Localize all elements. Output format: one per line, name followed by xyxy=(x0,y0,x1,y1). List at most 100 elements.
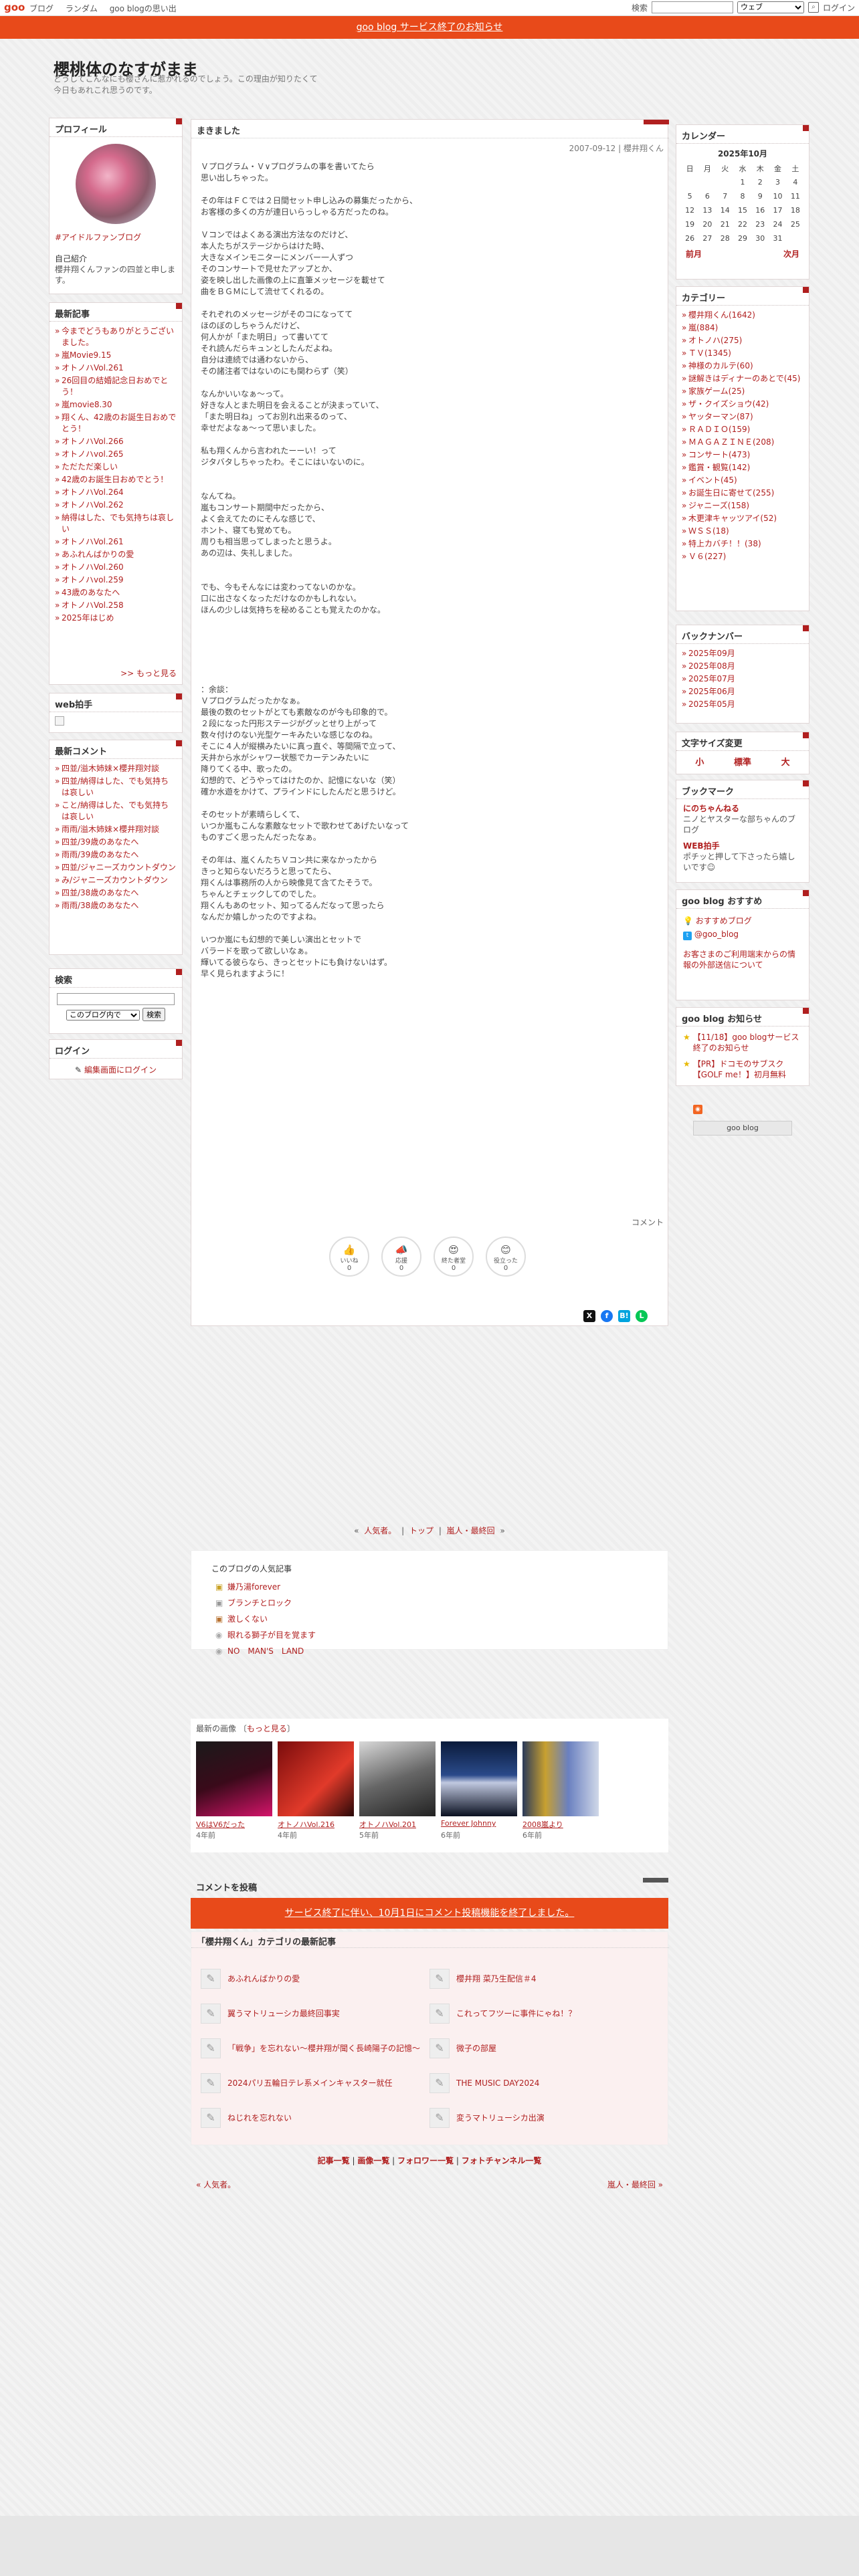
category-link[interactable]: 鑑賞・観覧(142) xyxy=(682,461,803,474)
recent-post-link[interactable]: 嵐movie8.30 xyxy=(55,399,177,411)
backnumber-link[interactable]: 2025年06月 xyxy=(682,685,803,698)
category-post[interactable]: ✎ 翼うマトリューシカ最終回事実 xyxy=(201,2000,421,2027)
footer-prev-link[interactable]: « 人気者。 xyxy=(196,2180,235,2189)
popular-item[interactable]: ▣ ブランチとロック xyxy=(215,1595,316,1611)
recent-post-link[interactable]: オトノハVol.261 xyxy=(55,362,177,374)
category-post[interactable]: ✎ これってフツーに事件にゃね！？ xyxy=(430,2000,650,2027)
thumb-caption[interactable]: Forever Johnny xyxy=(441,1819,521,1828)
recent-post-link[interactable]: 翔くん、42歳のお誕生日おめでとう！ xyxy=(55,411,177,435)
recent-post-link[interactable]: 43歳のあなたへ xyxy=(55,586,177,599)
comment-link[interactable]: コメント xyxy=(632,1216,664,1228)
comment-link[interactable]: 四並/納得はした、でも気持ちは哀しい xyxy=(55,775,177,799)
followers-link[interactable]: フォロワー一覧 xyxy=(397,2156,454,2165)
external-data-notice-link[interactable]: お客さまのご利用端末からの情報の外部送信について xyxy=(683,949,802,970)
category-link[interactable]: 特上カバチ！！(38) xyxy=(682,538,803,550)
category-post[interactable]: ✎ ねじれを忘れない xyxy=(201,2105,421,2131)
line-share-icon[interactable]: L xyxy=(636,1310,648,1322)
rss-icon[interactable]: ◉ xyxy=(693,1105,702,1114)
comment-link[interactable]: 雨雨/39歳のあなたへ xyxy=(55,849,177,861)
thumb-caption[interactable]: オトノハVol.201 xyxy=(359,1819,440,1830)
service-end-notice[interactable]: goo blog サービス終了のお知らせ xyxy=(0,16,859,39)
category-link[interactable]: Ｖ６(227) xyxy=(682,550,803,563)
backnumber-link[interactable]: 2025年08月 xyxy=(682,660,803,673)
next-post-link[interactable]: 嵐人・最終回 xyxy=(447,1526,495,1535)
category-link[interactable]: 嵐(884) xyxy=(682,322,803,334)
login-link[interactable]: ログイン xyxy=(823,2,855,13)
recent-post-link[interactable]: オトノハvol.265 xyxy=(55,448,177,461)
recent-more-link[interactable]: >> もっと見る xyxy=(120,667,177,679)
category-link[interactable]: お誕生日に寄せて(255) xyxy=(682,487,803,500)
category-link[interactable]: ジャニーズ(158) xyxy=(682,500,803,512)
category-post[interactable]: ✎ 櫻井翔 菜乃生配信＃4 xyxy=(430,1965,650,1992)
category-post[interactable]: ✎ THE MUSIC DAY2024 xyxy=(430,2070,650,2097)
recent-post-link[interactable]: オトノハVol.260 xyxy=(55,561,177,574)
category-link[interactable]: ヤッターマン(87) xyxy=(682,411,803,423)
category-link[interactable]: ＷＳＳ(18) xyxy=(682,525,803,538)
article-title[interactable]: まきました xyxy=(191,120,669,138)
image-thumb[interactable]: Forever Johnny 6年前 xyxy=(441,1741,517,1840)
footer-next-link[interactable]: 嵐人・最終回 » xyxy=(607,2179,663,2190)
reaction-like-button[interactable]: 👍 いいね 0 xyxy=(329,1237,369,1277)
twitter-link[interactable]: t @goo_blog xyxy=(683,928,802,941)
blog-search-input[interactable] xyxy=(57,993,175,1005)
comment-link[interactable]: 四並/溢木姉妹×櫻井翔対談 xyxy=(55,762,177,775)
reaction-useful-button[interactable]: 😊 役立った 0 xyxy=(486,1237,526,1277)
search-scope-select[interactable]: ウェブ xyxy=(737,1,804,13)
category-link[interactable]: 家族ゲーム(25) xyxy=(682,385,803,398)
popular-item[interactable]: ◉ NO MAN'S LAND xyxy=(215,1643,316,1659)
image-thumb[interactable]: オトノハVol.216 4年前 xyxy=(278,1741,354,1840)
category-link[interactable]: ＲＡＤＩＯ(159) xyxy=(682,423,803,436)
recent-post-link[interactable]: オトノハVol.261 xyxy=(55,536,177,548)
category-link[interactable]: ＭＡＧＡＺＩＮＥ(208) xyxy=(682,436,803,449)
profile-tag-link[interactable]: #アイドルファンブログ xyxy=(55,232,177,243)
comment-link[interactable]: こと/納得はした、でも気持ちは哀しい xyxy=(55,799,177,823)
all-images-link[interactable]: 画像一覧 xyxy=(357,2156,389,2165)
bookmark-link[interactable]: WEB拍手 xyxy=(683,841,802,851)
recent-post-link[interactable]: ただただ楽しい xyxy=(55,461,177,473)
category-post[interactable]: ✎ あふれんばかりの愛 xyxy=(201,1965,421,1992)
recent-post-link[interactable]: 納得はした、でも気持ちは哀しい xyxy=(55,512,177,536)
category-post[interactable]: ✎ 「戦争」を忘れない～櫻井翔が聞く長崎陽子の記憶～ xyxy=(201,2035,421,2062)
goo-logo[interactable]: goo xyxy=(4,1,25,13)
popular-item[interactable]: ▣ 激しくない xyxy=(215,1611,316,1627)
news-link[interactable]: ★ 【PR】ドコモのサブスク【GOLF me！】初月無料 xyxy=(683,1059,802,1080)
prev-post-link[interactable]: 人気者。 xyxy=(364,1526,396,1535)
recent-post-link[interactable]: オトノハvol.259 xyxy=(55,574,177,586)
category-post[interactable]: ✎ 2024パリ五輪日テレ系メインキャスター就任 xyxy=(201,2070,421,2097)
edit-login-link[interactable]: 編集画面にログイン xyxy=(84,1065,157,1075)
category-link[interactable]: オトノハ(275) xyxy=(682,334,803,347)
thumb-caption[interactable]: オトノハVol.216 xyxy=(278,1819,358,1830)
nav-memories[interactable]: goo blogの思い出 xyxy=(110,4,177,13)
recent-post-link[interactable]: あふれんばかりの愛 xyxy=(55,548,177,561)
all-posts-link[interactable]: 記事一覧 xyxy=(318,2156,350,2165)
hatena-share-icon[interactable]: B! xyxy=(618,1310,630,1322)
comment-link[interactable]: 四並/39歳のあなたへ xyxy=(55,836,177,849)
recent-post-link[interactable]: オトノハVol.266 xyxy=(55,435,177,448)
calendar-prev-month[interactable]: 前月 xyxy=(686,248,702,259)
recommend-blog-link[interactable]: 💡 おすすめブログ xyxy=(683,914,802,928)
news-link[interactable]: ★ 【11/18】goo blogサービス終了のお知らせ xyxy=(683,1032,802,1053)
thumb-caption[interactable]: 2008嵐より xyxy=(522,1819,603,1830)
photo-channel-link[interactable]: フォトチャンネル一覧 xyxy=(462,2156,542,2165)
comment-closed-banner[interactable]: サービス終了に伴い、10月1日にコメント投稿機能を終了しました。 xyxy=(191,1898,668,1929)
category-post[interactable]: ✎ 微子の部屋 xyxy=(430,2035,650,2062)
top-search-input[interactable] xyxy=(651,1,733,13)
comment-link[interactable]: 雨雨/溢木姉妹×櫻井翔対談 xyxy=(55,823,177,836)
backnumber-link[interactable]: 2025年09月 xyxy=(682,647,803,660)
recent-post-link[interactable]: 26回目の結婚記念日おめでとう！ xyxy=(55,374,177,399)
goo-blog-badge[interactable]: goo blog xyxy=(693,1121,792,1136)
thumb-caption[interactable]: V6はV6だった xyxy=(196,1819,276,1830)
image-thumb[interactable]: V6はV6だった 4年前 xyxy=(196,1741,272,1840)
category-link[interactable]: ザ・クイズショウ(42) xyxy=(682,398,803,411)
nav-random[interactable]: ランダム xyxy=(66,4,98,13)
recent-post-link[interactable]: オトノハVol.262 xyxy=(55,499,177,512)
recent-post-link[interactable]: 2025年はじめ xyxy=(55,612,177,625)
recent-post-link[interactable]: オトノハVol.258 xyxy=(55,599,177,612)
recent-post-link[interactable]: 42歳のお誕生日おめでとう！ xyxy=(55,473,177,486)
webclap-image[interactable] xyxy=(55,716,64,726)
reaction-love-button[interactable]: 😍 終た者堂 0 xyxy=(434,1237,474,1277)
category-link[interactable]: コンサート(473) xyxy=(682,449,803,461)
popular-item[interactable]: ▣ 嫌乃湯forever xyxy=(215,1579,316,1595)
category-post[interactable]: ✎ 変うマトリューシカ出演 xyxy=(430,2105,650,2131)
recent-post-link[interactable]: オトノハVol.264 xyxy=(55,486,177,499)
